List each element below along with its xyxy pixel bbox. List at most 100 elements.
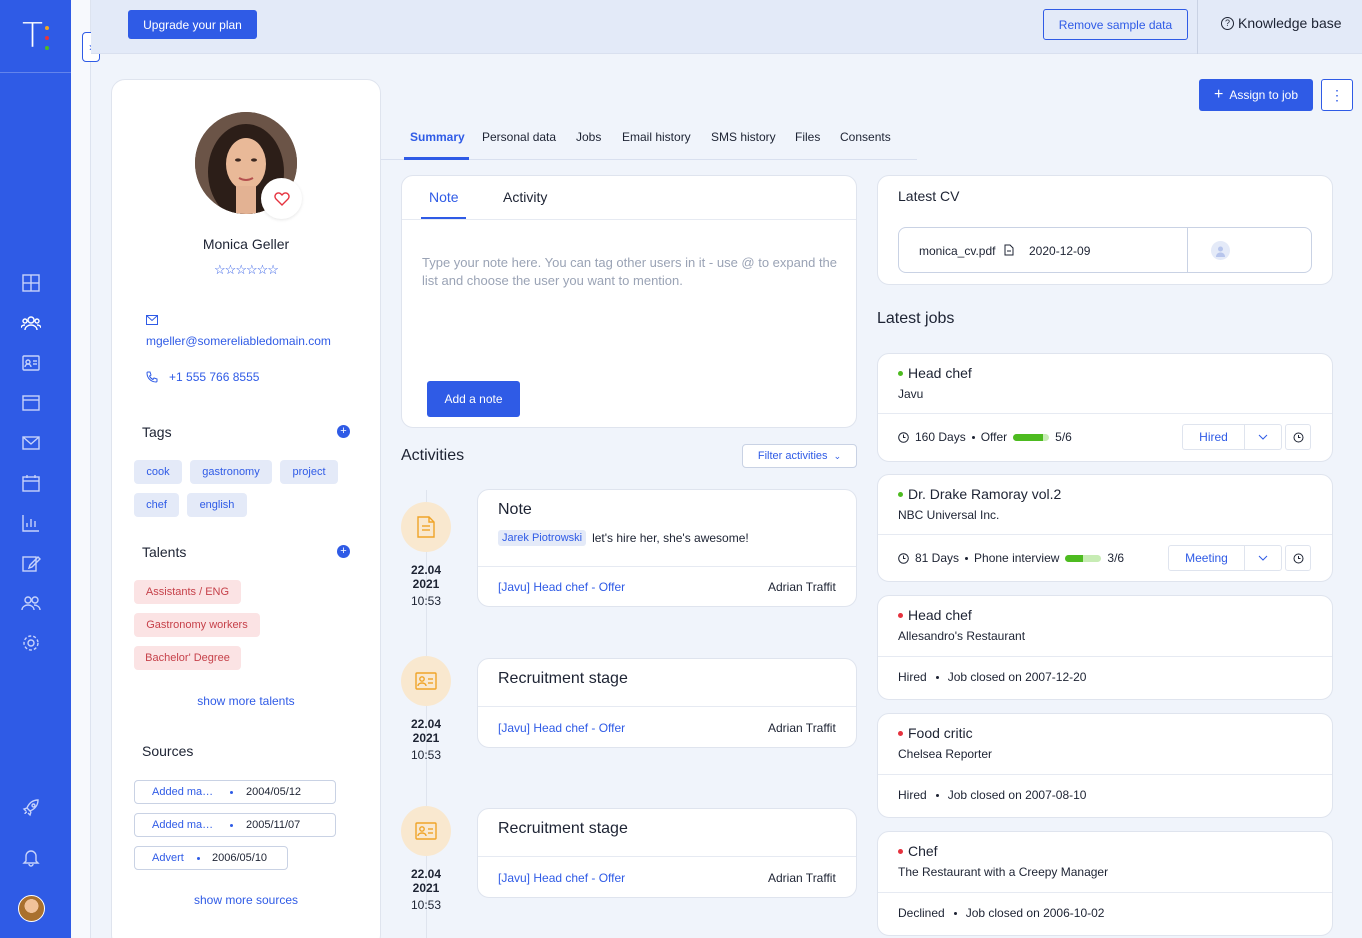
activity-divider <box>478 566 856 567</box>
activity-job-link[interactable]: [Javu] Head chef - Offer <box>498 721 625 735</box>
job-title[interactable]: Dr. Drake Ramoray vol.2 <box>898 486 1061 502</box>
filter-label: Filter activities <box>757 450 828 462</box>
bell-icon[interactable] <box>21 847 41 867</box>
help-icon: ? <box>1221 16 1234 30</box>
user-avatar[interactable] <box>18 895 45 922</box>
mail-icon[interactable] <box>21 433 41 453</box>
job-stage: Phone interview <box>974 551 1060 565</box>
assign-to-job-button[interactable]: + Assign to job <box>1199 79 1313 111</box>
job-card[interactable] <box>877 831 1333 936</box>
tag-chip[interactable]: project <box>280 460 338 484</box>
activity-date: 22.04 2021 10:53 <box>410 563 442 608</box>
tag-chip[interactable]: cook <box>134 460 182 484</box>
tag-chip[interactable]: gastronomy <box>190 460 272 484</box>
job-meta: Declined Job closed on 2006-10-02 <box>898 906 1104 920</box>
talent-chip[interactable]: Assistants / ENG <box>134 580 241 604</box>
candidates-icon[interactable] <box>21 313 41 333</box>
phone-row[interactable]: +1 555 766 8555 <box>146 370 259 384</box>
source-item[interactable]: Advert 2006/05/10 <box>134 846 288 870</box>
contacts-icon[interactable] <box>21 353 41 373</box>
activity-job-link[interactable]: [Javu] Head chef - Offer <box>498 871 625 885</box>
source-date: 2005/11/07 <box>246 819 301 831</box>
heart-icon <box>273 191 290 206</box>
tag-chip[interactable]: chef <box>134 493 179 517</box>
file-icon <box>1004 244 1014 256</box>
favorite-button[interactable] <box>261 178 302 219</box>
tab-sms-history[interactable]: SMS history <box>711 130 776 144</box>
logo-letter: T <box>22 16 43 56</box>
show-more-talents-link[interactable]: show more talents <box>111 694 381 708</box>
status-dot <box>898 730 903 736</box>
job-company: Javu <box>898 387 924 401</box>
dashboard-icon[interactable] <box>21 273 41 293</box>
activity-job-link[interactable]: [Javu] Head chef - Offer <box>498 580 625 594</box>
activity-note-text: Jarek Piotrowski let's hire her, she's aw… <box>498 530 749 546</box>
tab-consents[interactable]: Consents <box>840 130 891 144</box>
source-item[interactable]: Added manually 2004/05/12 <box>134 780 336 804</box>
reports-icon[interactable] <box>21 513 41 533</box>
rocket-icon[interactable] <box>21 798 41 818</box>
more-options-button[interactable]: ⋮ <box>1321 79 1353 111</box>
knowledge-base-link[interactable]: ? Knowledge base <box>1221 15 1342 31</box>
job-title[interactable]: Food critic <box>898 725 973 741</box>
note-tab[interactable]: Note <box>429 189 459 205</box>
source-item[interactable]: Added manually 2005/11/07 <box>134 813 336 837</box>
team-icon[interactable] <box>21 593 41 613</box>
job-state: Declined <box>898 906 945 920</box>
cv-file-name[interactable]: monica_cv.pdf <box>919 244 995 258</box>
add-talent-button[interactable]: + <box>337 545 350 558</box>
filter-activities-button[interactable]: Filter activities ⌄ <box>742 444 857 468</box>
tag-chip[interactable]: english <box>187 493 247 517</box>
upgrade-plan-button[interactable]: Upgrade your plan <box>128 10 257 39</box>
tab-summary[interactable]: Summary <box>410 130 465 144</box>
job-meta: Hired Job closed on 2007-08-10 <box>898 788 1086 802</box>
edit-icon[interactable] <box>21 553 41 573</box>
remove-sample-data-button[interactable]: Remove sample data <box>1043 9 1188 40</box>
job-title[interactable]: Head chef <box>898 365 972 381</box>
history-button[interactable] <box>1285 545 1311 571</box>
stage-progress-bar <box>1013 433 1050 441</box>
app-logo[interactable]: T <box>0 0 71 73</box>
add-tag-button[interactable]: + <box>337 425 350 438</box>
id-card-icon <box>401 656 451 706</box>
activities-title: Activities <box>401 447 465 464</box>
email-icon-row <box>146 315 158 325</box>
settings-icon[interactable] <box>21 633 41 653</box>
source-name: Added manually <box>152 819 216 831</box>
tab-files[interactable]: Files <box>795 130 820 144</box>
activity-divider <box>478 856 856 857</box>
tab-email-history[interactable]: Email history <box>622 130 691 144</box>
activity-date: 22.04 2021 10:53 <box>410 717 442 762</box>
job-title[interactable]: Chef <box>898 843 938 859</box>
candidate-name: Monica Geller <box>202 236 290 252</box>
document-icon <box>401 502 451 552</box>
job-status-dropdown[interactable]: Hired <box>1182 424 1282 450</box>
note-content: let's hire her, she's awesome! <box>592 531 749 545</box>
user-mention[interactable]: Jarek Piotrowski <box>498 530 587 546</box>
candidate-email[interactable]: mgeller@somereliabledomain.com <box>146 334 331 348</box>
history-icon <box>1293 432 1303 442</box>
tab-jobs[interactable]: Jobs <box>576 130 601 144</box>
job-title[interactable]: Head chef <box>898 607 972 623</box>
calendar-icon[interactable] <box>21 473 41 493</box>
job-company: NBC Universal Inc. <box>898 508 1000 522</box>
cv-date: 2020-12-09 <box>1029 244 1091 258</box>
tab-personal-data[interactable]: Personal data <box>482 130 556 144</box>
activity-tab[interactable]: Activity <box>503 189 547 205</box>
history-button[interactable] <box>1285 424 1311 450</box>
job-company: Allesandro's Restaurant <box>898 629 1026 643</box>
tags-title: Tags <box>142 424 172 440</box>
job-status-dropdown[interactable]: Meeting <box>1168 545 1282 571</box>
add-note-button[interactable]: Add a note <box>427 381 520 417</box>
status-dot <box>898 491 903 497</box>
note-input[interactable]: Type your note here. You can tag other u… <box>422 254 842 290</box>
job-meta: 160 Days Offer 5/6 <box>898 430 1072 444</box>
candidate-phone: +1 555 766 8555 <box>169 370 260 384</box>
show-more-sources-link[interactable]: show more sources <box>111 893 381 907</box>
jobs-icon[interactable] <box>21 393 41 413</box>
kebab-menu-icon: ⋮ <box>1330 86 1344 103</box>
talent-chip[interactable]: Gastronomy workers <box>134 613 260 637</box>
clock-icon <box>898 431 909 443</box>
rating-stars[interactable]: ☆☆☆☆☆☆ <box>111 262 381 278</box>
talent-chip[interactable]: Bachelor' Degree <box>134 646 241 670</box>
